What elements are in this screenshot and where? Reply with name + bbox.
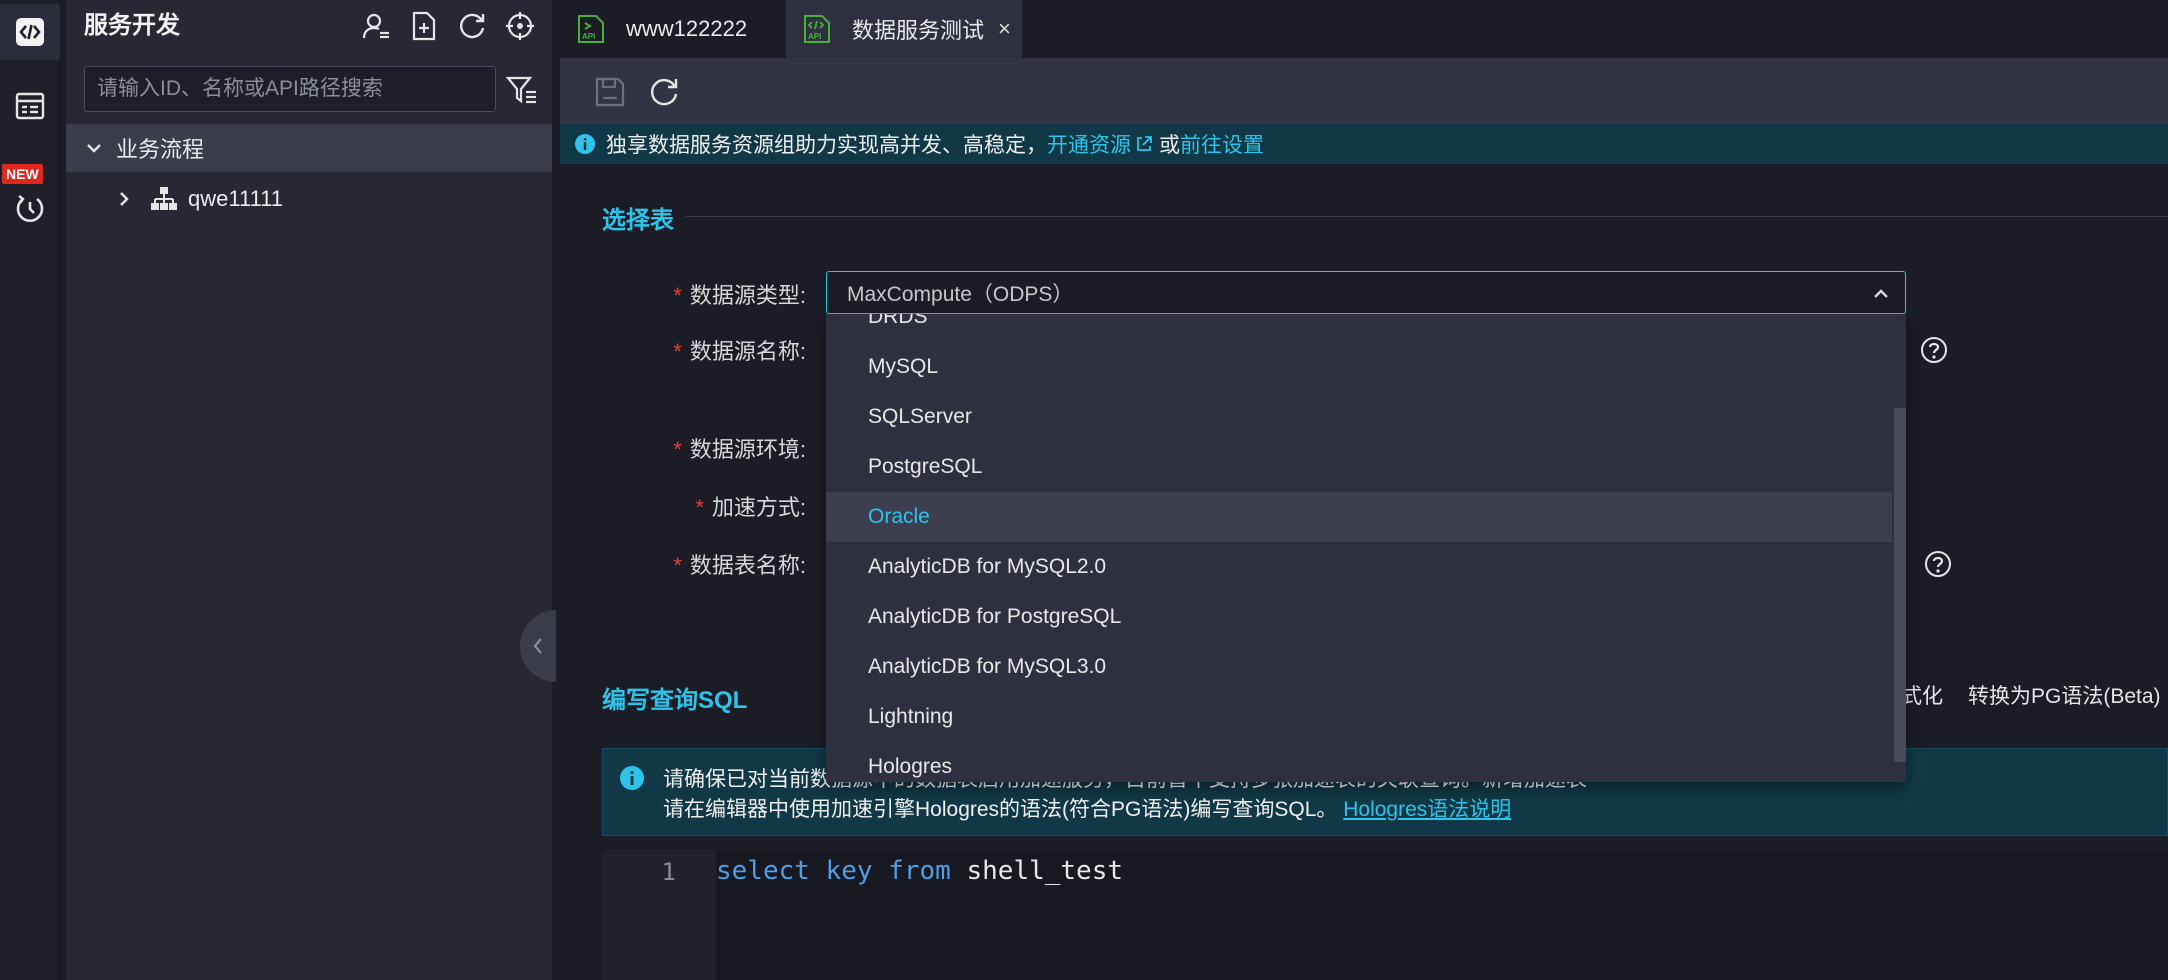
- resource-notice-bar: 独享数据服务资源组助力实现高并发、高稳定， 开通资源 或 前往设置: [560, 124, 2168, 164]
- option-sqlserver[interactable]: SQLServer: [826, 392, 1892, 442]
- tip-line-2: 请在编辑器中使用加速引擎Hologres的语法(符合PG语法)编写查询SQL。 …: [663, 798, 1512, 821]
- datasource-type-dropdown: DRDS MySQL SQLServer PostgreSQL Oracle A…: [826, 314, 1906, 782]
- tab-data-service-test[interactable]: API 数据服务测试 ×: [786, 0, 1022, 58]
- required-mark: *: [673, 283, 682, 308]
- external-link-icon[interactable]: [1135, 135, 1153, 153]
- chevron-right-icon[interactable]: [114, 189, 134, 209]
- tree-node-label: qwe11111: [188, 186, 284, 211]
- option-mysql[interactable]: MySQL: [826, 342, 1892, 392]
- data-service-code-icon[interactable]: [0, 4, 60, 60]
- accel-mode-label: * 加速方式:: [695, 495, 806, 520]
- tab-www122222[interactable]: API www122222: [560, 0, 784, 58]
- new-file-icon[interactable]: [406, 8, 442, 44]
- table-list-icon[interactable]: [0, 78, 60, 134]
- info-icon: [620, 766, 644, 790]
- notice-connector: 或: [1159, 134, 1180, 157]
- required-mark: *: [673, 437, 682, 462]
- option-adb-mysql3[interactable]: AnalyticDB for MySQL3.0: [826, 642, 1892, 692]
- tab-label: 数据服务测试: [852, 18, 985, 43]
- close-tab-icon[interactable]: ×: [998, 16, 1011, 42]
- tree-node-label: 业务流程: [116, 137, 205, 162]
- required-mark: *: [695, 495, 704, 520]
- tree-node-workflow[interactable]: qwe11111: [66, 176, 552, 222]
- tab-label: www122222: [626, 16, 748, 41]
- notice-text: 独享数据服务资源组助力实现高并发、高稳定，: [606, 134, 1047, 157]
- required-mark: *: [673, 553, 682, 578]
- line-gutter: 1: [602, 850, 716, 980]
- api-file-icon: API: [578, 15, 604, 43]
- option-postgresql[interactable]: PostgreSQL: [826, 442, 1892, 492]
- locate-icon[interactable]: [502, 8, 538, 44]
- tree-node-business-flow[interactable]: 业务流程: [66, 124, 552, 172]
- add-user-icon[interactable]: [358, 8, 394, 44]
- panel-title: 服务开发: [84, 12, 180, 39]
- info-icon: [575, 134, 595, 154]
- code-line[interactable]: select key from shell_test: [716, 856, 1123, 886]
- chevron-down-icon[interactable]: [84, 138, 104, 158]
- section-divider: [686, 216, 2168, 217]
- help-icon[interactable]: [1924, 550, 1952, 578]
- chevron-left-icon: [533, 638, 542, 654]
- refresh-icon[interactable]: [454, 8, 490, 44]
- go-settings-link[interactable]: 前往设置: [1180, 129, 1264, 159]
- option-drds[interactable]: DRDS: [826, 314, 1892, 342]
- option-adb-mysql2[interactable]: AnalyticDB for MySQL2.0: [826, 542, 1892, 592]
- sql-editor[interactable]: 1 select key from shell_test: [602, 850, 2168, 980]
- api-file-icon: API: [804, 15, 830, 43]
- datasource-type-select[interactable]: MaxCompute（ODPS）: [826, 271, 1906, 314]
- chevron-up-icon: [1874, 289, 1888, 298]
- history-icon[interactable]: [0, 180, 60, 236]
- section-title-select-table: 选择表: [602, 207, 674, 234]
- option-lightning[interactable]: Lightning: [826, 692, 1892, 742]
- selected-value: MaxCompute（ODPS）: [847, 282, 1074, 306]
- datasource-env-label: * 数据源环境:: [673, 437, 806, 462]
- reload-icon[interactable]: [644, 72, 684, 112]
- dropdown-scrollbar[interactable]: [1894, 408, 1906, 762]
- option-adb-postgresql[interactable]: AnalyticDB for PostgreSQL: [826, 592, 1892, 642]
- icon-rail: NEW: [0, 0, 60, 980]
- search-input[interactable]: [85, 67, 495, 111]
- required-mark: *: [673, 339, 682, 364]
- directory-panel: 服务开发 请输入ID、名称或API路径搜索 业务流程 qwe11111: [66, 0, 552, 980]
- help-icon[interactable]: [1920, 336, 1948, 364]
- svg-text:API: API: [582, 32, 595, 41]
- search-field: [84, 66, 496, 112]
- line-number: 1: [661, 858, 676, 886]
- open-resource-link[interactable]: 开通资源: [1047, 129, 1131, 159]
- toolbar: [560, 58, 2168, 124]
- convert-pg-action[interactable]: 转换为PG语法(Beta): [1968, 680, 2161, 710]
- option-hologres[interactable]: Hologres: [826, 742, 1892, 782]
- datasource-type-label: * 数据源类型:: [673, 283, 806, 308]
- table-name-label: * 数据表名称:: [673, 553, 806, 578]
- option-oracle[interactable]: Oracle: [826, 492, 1892, 542]
- filter-icon[interactable]: [502, 70, 542, 110]
- workflow-node-icon: [151, 187, 177, 210]
- save-icon[interactable]: [590, 72, 630, 112]
- svg-text:API: API: [808, 32, 821, 41]
- section-title-write-sql: 编写查询SQL: [602, 687, 748, 714]
- hologres-syntax-link[interactable]: Hologres语法说明: [1343, 798, 1511, 821]
- datasource-name-label: * 数据源名称:: [673, 339, 806, 364]
- tab-bar: API www122222 API 数据服务测试 ×: [560, 0, 2168, 58]
